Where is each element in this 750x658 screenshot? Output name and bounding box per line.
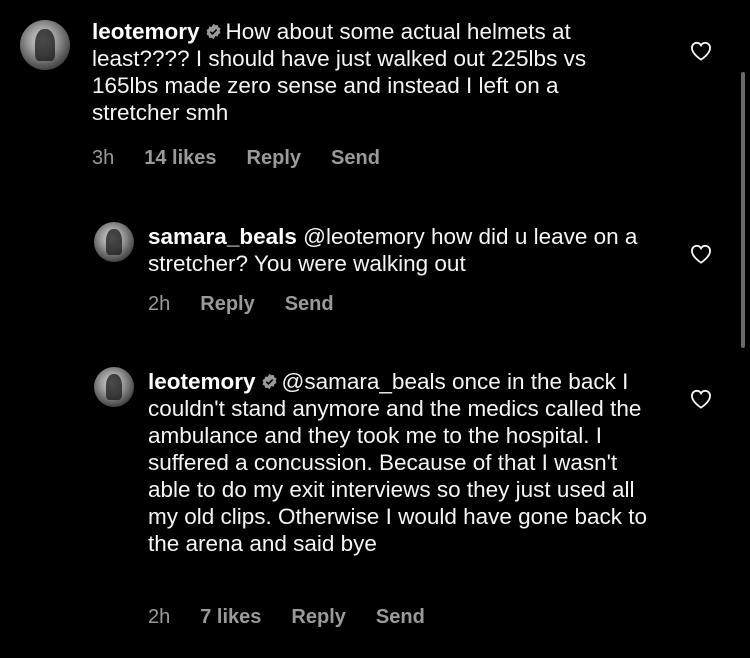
reply-button[interactable]: Reply [247,147,301,170]
verified-badge-icon [262,373,277,390]
timestamp: 2h [148,293,171,315]
comment-meta: 2h 7 likes Reply Send [148,606,455,629]
reply-button[interactable]: Reply [200,293,254,316]
avatar[interactable] [94,222,134,262]
comment-meta: 3h 14 likes Reply Send [92,147,410,170]
username[interactable]: samara_beals [148,224,297,249]
username[interactable]: leotemory [148,369,256,394]
avatar[interactable] [20,20,70,70]
heart-icon[interactable] [690,389,712,409]
comment-text: @samara_beals once in the back I couldn'… [148,369,647,556]
heart-icon[interactable] [690,244,712,264]
comment-meta: 2h Reply Send [148,293,364,316]
avatar[interactable] [94,367,134,407]
verified-badge-icon [206,23,221,40]
likes-count[interactable]: 7 likes [200,606,261,629]
likes-count[interactable]: 14 likes [144,147,216,170]
username[interactable]: leotemory [92,19,200,44]
reply-button[interactable]: Reply [291,606,345,629]
send-button[interactable]: Send [331,147,380,170]
timestamp: 3h [92,147,115,169]
comment-body: samara_beals @leotemory how did u leave … [148,223,648,277]
heart-icon[interactable] [690,41,712,61]
scrollbar[interactable] [741,72,745,348]
send-button[interactable]: Send [285,293,334,316]
comment-body: leotemory How about some actual helmets a… [92,18,652,126]
send-button[interactable]: Send [376,606,425,629]
comment-body: leotemory @samara_beals once in the back … [148,368,658,557]
timestamp: 2h [148,606,171,628]
